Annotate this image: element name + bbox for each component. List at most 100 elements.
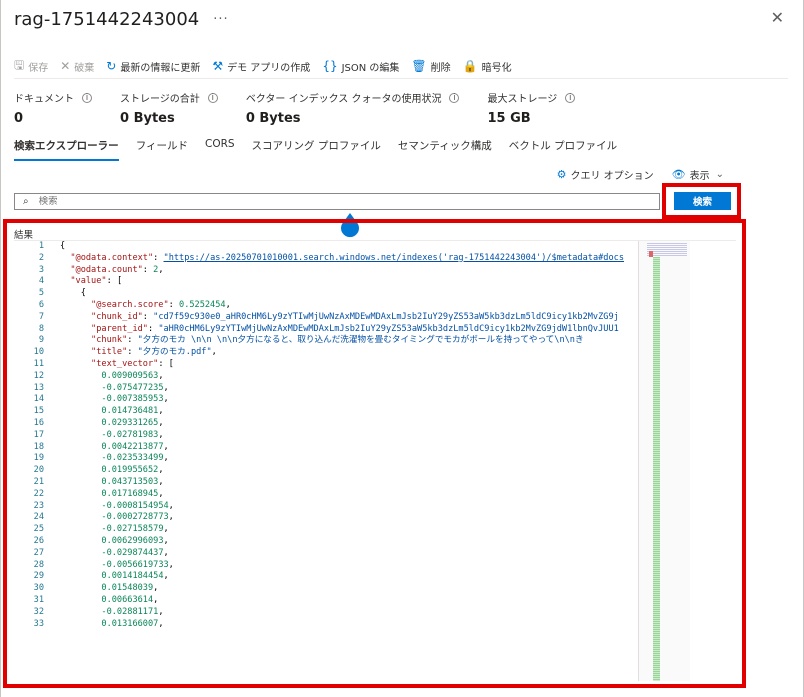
line-number: 24 (33, 512, 44, 523)
line-number: 3 (38, 264, 44, 275)
encrypt-button[interactable]: 🔒 暗号化 (463, 59, 512, 74)
discard-button[interactable]: ✕ 破棄 (60, 59, 94, 74)
json-line: -0.0056619733, (101, 559, 174, 570)
stat-documents: ドキュメント i 0 (14, 90, 92, 126)
json-line: "chunk": "夕方のモカ \n\n \n\n夕方になると、取り込んだ洗濯物… (91, 335, 584, 346)
edit-json-button[interactable]: {} JSON の編集 (322, 59, 399, 74)
tab-cors[interactable]: CORS (205, 138, 235, 161)
save-icon: 🖫 (14, 57, 25, 72)
json-line: -0.0002728773, (101, 512, 174, 523)
save-button[interactable]: 🖫 保存 (14, 56, 48, 77)
json-line: "title": "夕方のモカ.pdf", (91, 347, 217, 358)
line-number: 1 (38, 241, 44, 251)
line-number: 15 (33, 406, 44, 417)
stat-value: 0 Bytes (120, 111, 175, 126)
json-line: 0.0014184454, (101, 571, 169, 582)
view-label: 表示 (689, 171, 710, 182)
json-line: 0.0062996093, (101, 535, 169, 546)
stat-label: 最大ストレージ (487, 94, 558, 105)
stat-label: ストレージの合計 (120, 94, 200, 105)
line-number: 19 (33, 453, 44, 464)
json-line: "parent_id": "aHR0cHM6Ly9zYTIwMjUwNzAxMD… (91, 323, 619, 334)
line-number: 25 (33, 524, 44, 535)
tab-semantic-config[interactable]: セマンティック構成 (398, 138, 492, 161)
json-code: { "@odata.context": "https://as-20250701… (60, 241, 640, 630)
chevron-down-icon: ⌄ (715, 169, 724, 180)
line-number: 4 (38, 276, 44, 287)
json-line: 0.01548039, (101, 583, 159, 594)
stat-total-storage: ストレージの合計 i 0 Bytes (120, 90, 218, 126)
refresh-icon: ↻ (106, 59, 117, 73)
line-number: 26 (33, 535, 44, 546)
minimap-header-lines (647, 243, 687, 257)
stat-max-storage: 最大ストレージ i 15 GB (487, 90, 576, 126)
json-line: 0.019955652, (101, 465, 164, 476)
line-number: 22 (33, 488, 44, 499)
edit-json-label: JSON の編集 (341, 62, 400, 74)
line-number: 29 (33, 571, 44, 582)
stat-label: ベクター インデックス クォータの使用状況 (245, 94, 442, 105)
line-number: 13 (33, 382, 44, 393)
delete-button[interactable]: 🗑 削除 (411, 59, 450, 74)
create-demo-app-button[interactable]: ⚒ デモ アプリの作成 (212, 59, 310, 74)
refresh-button[interactable]: ↻ 最新の情報に更新 (106, 59, 200, 74)
json-line: -0.023533499, (101, 453, 169, 464)
lock-icon: 🔒 (462, 59, 478, 73)
json-line: 0.00663614, (101, 594, 159, 605)
line-number: 7 (38, 311, 44, 322)
line-number: 10 (33, 347, 44, 358)
info-icon[interactable]: i (565, 92, 576, 103)
json-line: "value": [ (70, 276, 123, 287)
stat-value: 0 (14, 111, 24, 126)
tab-bar: 検索エクスプローラー フィールド CORS スコアリング プロファイル セマンテ… (14, 138, 634, 161)
json-line: { (60, 288, 86, 299)
line-number: 6 (38, 299, 44, 310)
search-input[interactable] (38, 196, 659, 207)
panel-header: rag-1751442243004 ··· (14, 6, 229, 32)
line-number: 12 (33, 370, 44, 381)
demo-app-label: デモ アプリの作成 (227, 62, 311, 74)
explorer-options: ⚙ クエリ オプション 👁 表示 ⌄ (539, 167, 724, 182)
results-label: 結果 (14, 230, 34, 241)
query-options-button[interactable]: ⚙ クエリ オプション (557, 167, 654, 182)
search-button[interactable]: 検索 (674, 192, 731, 210)
line-number: 16 (33, 417, 44, 428)
line-number: 8 (38, 323, 44, 334)
json-line: 0.0042213877, (101, 441, 169, 452)
line-number: 14 (33, 394, 44, 405)
tab-fields[interactable]: フィールド (136, 138, 188, 161)
line-number: 31 (33, 594, 44, 605)
more-options-icon[interactable]: ··· (213, 12, 228, 27)
line-numbers: 1 2 3 4 5 6 7 8 9 10 11 12 13 14 15 16 17 18 19 20 21 22 23 24 2… (14, 241, 44, 630)
json-line: 0.013166007, (101, 618, 164, 629)
tab-vector-profiles[interactable]: ベクトル プロファイル (509, 138, 617, 161)
json-line: "@search.score": 0.5252454, (91, 299, 231, 310)
info-icon[interactable]: i (449, 92, 460, 103)
json-line: 0.043713503, (101, 476, 164, 487)
save-label: 保存 (28, 62, 49, 74)
tab-scoring-profiles[interactable]: スコアリング プロファイル (252, 138, 381, 161)
json-line: -0.075477235, (101, 382, 169, 393)
eye-icon: 👁 (671, 168, 686, 181)
close-icon[interactable]: ✕ (771, 8, 784, 27)
toolbar-divider (14, 78, 788, 79)
minimap-vector-lines (653, 257, 660, 681)
line-number: 27 (33, 547, 44, 558)
gear-icon: ⚙ (556, 168, 567, 181)
stat-value: 15 GB (487, 111, 531, 126)
minimap[interactable] (638, 241, 690, 681)
json-line: -0.029874437, (101, 547, 169, 558)
info-icon[interactable]: i (82, 92, 92, 103)
tab-search-explorer[interactable]: 検索エクスプローラー (14, 138, 119, 161)
json-line: -0.0008154954, (101, 500, 174, 511)
view-dropdown[interactable]: 👁 表示 ⌄ (672, 167, 724, 182)
json-line: -0.02881171, (101, 606, 164, 617)
json-line: "chunk_id": "cd7f59c930e0_aHR0cHM6Ly9zYT… (91, 311, 619, 322)
json-line: "@odata.count": 2, (70, 264, 164, 275)
json-line: -0.02781983, (101, 429, 164, 440)
results-json-viewer[interactable]: 1 2 3 4 5 6 7 8 9 10 11 12 13 14 15 16 17 18 19 20 21 22 23 24 2… (14, 240, 736, 681)
json-line: "text_vector": [ (91, 358, 174, 369)
json-braces-icon: {} (322, 59, 338, 73)
info-icon[interactable]: i (207, 92, 218, 103)
stat-vector-quota: ベクター インデックス クォータの使用状況 i 0 Bytes (246, 90, 460, 126)
